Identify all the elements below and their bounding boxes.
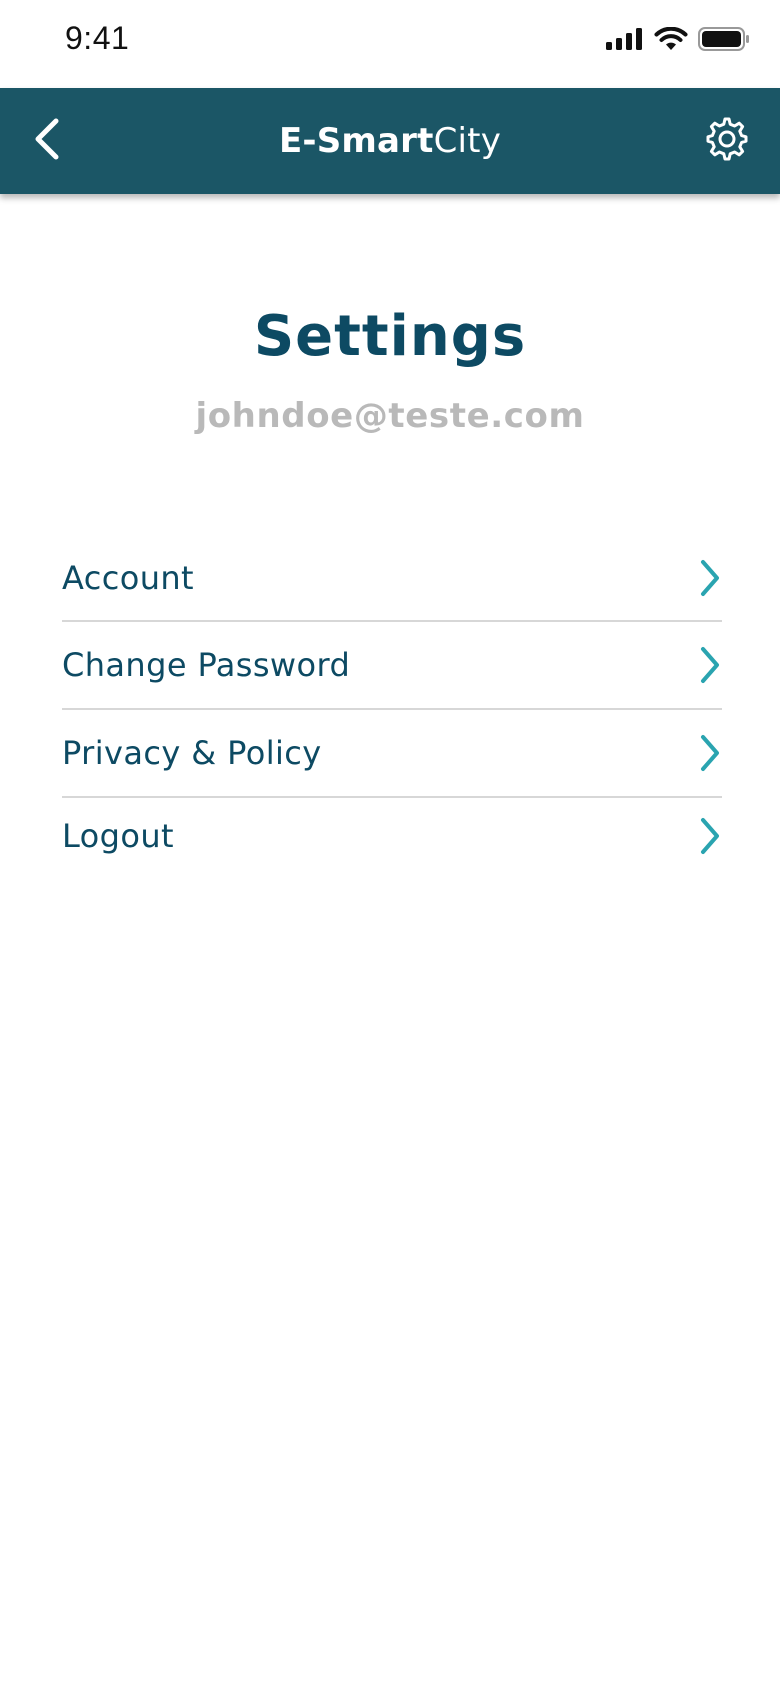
settings-menu: Account Change Password Privacy & Policy — [62, 536, 722, 874]
menu-item-label: Account — [62, 559, 195, 597]
chevron-right-icon — [698, 733, 722, 773]
chevron-right-icon — [698, 645, 722, 685]
status-time: 9:41 — [65, 20, 130, 56]
brand-strong: E-Smart — [278, 121, 434, 161]
cellular-signal-icon — [606, 28, 644, 54]
page-title: Settings — [253, 304, 527, 369]
settings-screen: 9:41 E-SmartCity Settings johndoe@teste.… — [0, 0, 780, 1688]
menu-item-label: Logout — [62, 817, 174, 855]
back-button[interactable] — [20, 114, 74, 168]
chevron-left-icon — [32, 117, 62, 165]
brand-light: City — [433, 121, 502, 161]
app-brand: E-SmartCity — [279, 121, 501, 161]
menu-item-privacy-policy[interactable]: Privacy & Policy — [62, 710, 722, 798]
menu-item-account[interactable]: Account — [62, 536, 722, 622]
menu-item-label: Change Password — [62, 646, 351, 684]
wifi-icon — [654, 26, 688, 55]
settings-button[interactable] — [700, 114, 754, 168]
chevron-right-icon — [698, 558, 722, 598]
user-email: johndoe@teste.com — [195, 396, 585, 436]
menu-item-label: Privacy & Policy — [62, 734, 322, 772]
gear-icon — [705, 117, 749, 165]
battery-icon — [698, 27, 750, 55]
status-bar: 9:41 — [0, 0, 780, 88]
chevron-right-icon — [698, 816, 722, 856]
status-icons — [606, 26, 750, 56]
app-header: E-SmartCity — [0, 88, 780, 194]
menu-item-change-password[interactable]: Change Password — [62, 622, 722, 710]
menu-item-logout[interactable]: Logout — [62, 798, 722, 874]
